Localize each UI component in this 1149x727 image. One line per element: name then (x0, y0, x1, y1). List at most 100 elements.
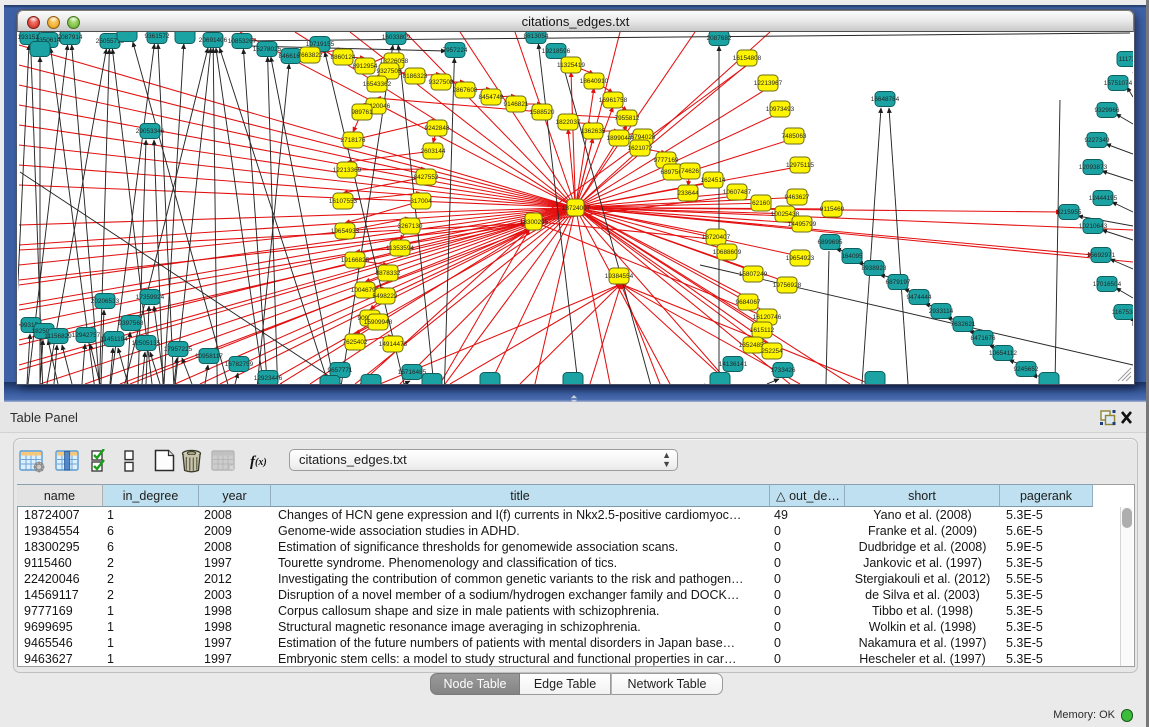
svg-text:8860124: 8860124 (331, 54, 356, 61)
svg-text:17016504: 17016504 (1093, 281, 1122, 288)
svg-text:20206533: 20206533 (91, 298, 120, 305)
svg-text:9777169: 9777169 (654, 157, 679, 164)
svg-text:19384554: 19384554 (605, 273, 634, 280)
svg-text:1624514: 1624514 (701, 177, 726, 184)
svg-text:16961758: 16961758 (599, 97, 628, 104)
svg-text:9115460: 9115460 (820, 206, 845, 213)
svg-text:10688609: 10688609 (713, 249, 742, 256)
svg-text:18640910: 18640910 (580, 78, 609, 85)
svg-text:233644: 233644 (677, 190, 699, 197)
svg-text:19218596: 19218596 (542, 48, 571, 55)
svg-text:9227349: 9227349 (1085, 137, 1110, 144)
svg-text:6899695: 6899695 (818, 239, 843, 246)
svg-text:18720407: 18720407 (702, 234, 731, 241)
svg-text:11353594: 11353594 (386, 245, 414, 252)
svg-text:1899044: 1899044 (607, 135, 632, 142)
svg-text:8186323: 8186323 (403, 73, 428, 80)
svg-text:1362635: 1362635 (581, 128, 606, 135)
svg-text:11172: 11172 (1119, 56, 1133, 63)
svg-text:6879197: 6879197 (886, 279, 911, 286)
svg-text:14495799: 14495799 (788, 221, 817, 228)
svg-text:17359924: 17359924 (136, 294, 165, 301)
svg-text:11325419: 11325419 (557, 62, 585, 69)
svg-text:9327505: 9327505 (377, 68, 402, 75)
svg-text:2087914: 2087914 (58, 34, 83, 41)
svg-text:1615112: 1615112 (750, 327, 775, 334)
svg-text:7625402: 7625402 (343, 339, 368, 346)
svg-text:15909948: 15909948 (364, 319, 393, 326)
svg-text:8938923: 8938923 (862, 265, 887, 272)
svg-text:11451194: 11451194 (100, 336, 128, 343)
svg-text:7632621: 7632621 (951, 321, 976, 328)
svg-text:8427552: 8427552 (414, 174, 439, 181)
svg-text:9397568: 9397568 (119, 320, 144, 327)
svg-text:164095: 164095 (841, 253, 863, 260)
svg-text:19654933: 19654933 (331, 228, 360, 235)
svg-text:14136141: 14136141 (719, 361, 748, 368)
svg-text:1167534: 1167534 (1112, 309, 1133, 316)
svg-text:10853267: 10853267 (228, 38, 257, 45)
svg-text:12923446: 12923446 (254, 375, 283, 382)
svg-text:29053346: 29053346 (136, 128, 165, 135)
svg-text:1822037: 1822037 (556, 119, 581, 126)
svg-text:2603144: 2603144 (421, 148, 446, 155)
svg-text:3215955: 3215955 (1057, 209, 1082, 216)
svg-text:8471676: 8471676 (971, 335, 996, 342)
svg-text:20691406: 20691406 (199, 37, 228, 44)
svg-text:9329966: 9329966 (1095, 107, 1120, 114)
svg-text:12213369: 12213369 (333, 167, 362, 174)
svg-text:7957224: 7957224 (443, 47, 468, 54)
svg-text:1733426: 1733426 (771, 367, 796, 374)
svg-text:2718176: 2718176 (341, 137, 366, 144)
svg-text:15807249: 15807249 (739, 271, 768, 278)
svg-text:10654112: 10654112 (989, 350, 1017, 357)
svg-text:15692971: 15692971 (1087, 252, 1116, 259)
svg-text:16782759: 16782759 (225, 361, 254, 368)
svg-text:18300295: 18300295 (520, 219, 549, 226)
svg-text:9684067: 9684067 (736, 299, 761, 306)
svg-text:9146821: 9146821 (504, 101, 529, 108)
svg-text:(x): (x) (255, 457, 267, 468)
svg-text:317004: 317004 (410, 198, 432, 205)
svg-text:12093873: 12093873 (1079, 164, 1108, 171)
svg-text:2867608: 2867608 (453, 87, 478, 94)
svg-text:12444195: 12444195 (1089, 195, 1118, 202)
svg-text:10607487: 10607487 (723, 189, 752, 196)
svg-text:74626: 74626 (681, 168, 699, 175)
svg-text:8878332: 8878332 (376, 270, 401, 277)
svg-text:10973493: 10973493 (766, 106, 795, 113)
svg-text:9361572: 9361572 (145, 33, 170, 40)
svg-text:9474444: 9474444 (907, 294, 932, 301)
svg-text:12213967: 12213967 (754, 80, 783, 87)
svg-text:10958117: 10958117 (195, 353, 223, 360)
svg-text:12975115: 12975115 (786, 162, 814, 169)
svg-text:17957225: 17957225 (164, 346, 193, 353)
svg-text:16543362: 16543362 (363, 81, 392, 88)
svg-text:252254: 252254 (761, 348, 783, 355)
svg-text:19756928: 19756928 (773, 282, 802, 289)
svg-text:9242848: 9242848 (425, 125, 450, 132)
svg-text:8912954: 8912954 (353, 63, 378, 70)
svg-text:14914473: 14914473 (379, 341, 408, 348)
svg-text:1588520: 1588520 (530, 109, 555, 116)
svg-text:8813054: 8813054 (524, 33, 549, 40)
svg-text:2087682: 2087682 (707, 35, 732, 42)
svg-text:16033809: 16033809 (382, 34, 411, 41)
svg-text:12505135: 12505135 (132, 340, 161, 347)
svg-text:16648784: 16648784 (871, 96, 900, 103)
svg-text:16107553: 16107553 (329, 198, 358, 205)
svg-text:7663822: 7663822 (298, 52, 323, 59)
svg-text:5498222: 5498222 (373, 293, 398, 300)
svg-text:3267130: 3267130 (398, 223, 423, 230)
svg-text:989761: 989761 (351, 109, 373, 116)
svg-text:8454749: 8454749 (479, 94, 504, 101)
svg-text:7955812: 7955812 (615, 115, 640, 122)
svg-text:9463627: 9463627 (785, 194, 810, 201)
svg-text:2933114: 2933114 (929, 308, 954, 315)
svg-text:12942757: 12942757 (72, 332, 101, 339)
svg-text:19166825: 19166825 (341, 257, 370, 264)
svg-text:9657771: 9657771 (328, 367, 353, 374)
svg-text:10210643: 10210643 (1079, 223, 1108, 230)
svg-text:18724007: 18724007 (562, 205, 591, 212)
svg-text:15751074: 15751074 (1104, 80, 1133, 87)
